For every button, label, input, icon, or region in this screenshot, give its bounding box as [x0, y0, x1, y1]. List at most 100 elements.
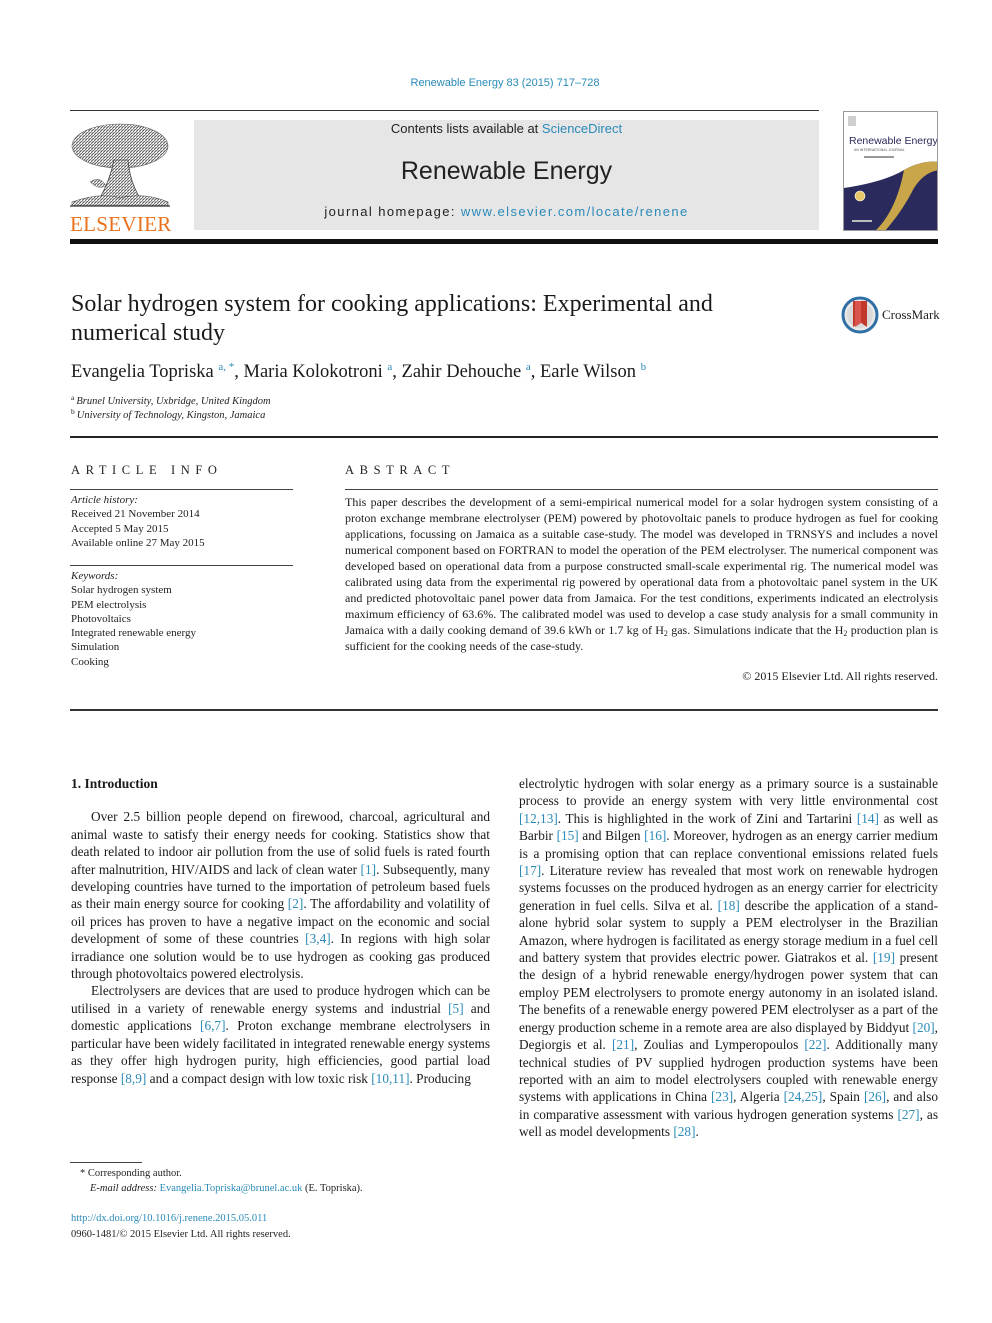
abstract-heading: ABSTRACT: [345, 463, 456, 477]
text-run: electrolytic hydrogen with solar energy …: [519, 776, 938, 809]
journal-cover-image: Renewable Energy AN INTERNATIONAL JOURNA…: [844, 112, 938, 230]
text-run: .: [695, 1124, 699, 1140]
crossmark-button[interactable]: CrossMark: [841, 296, 940, 334]
keyword-item: Simulation: [71, 641, 120, 654]
text-run: , Zoulias and Lymperopoulos: [634, 1037, 805, 1053]
affiliation-text: University of Technology, Kingston, Jama…: [76, 410, 266, 421]
body-column-left: 1. Introduction Over 2.5 billion people …: [71, 775, 490, 1087]
homepage-line: journal homepage: www.elsevier.com/locat…: [194, 204, 819, 220]
article-title: Solar hydrogen system for cooking applic…: [71, 291, 713, 346]
email-note: E-mail address: Evangelia.Topriska@brune…: [80, 1181, 363, 1196]
body-column-right: electrolytic hydrogen with solar energy …: [519, 775, 938, 1141]
keywords: Keywords: Solar hydrogen system PEM elec…: [71, 569, 196, 669]
divider: [70, 709, 938, 711]
text-run: , Spain: [822, 1089, 864, 1105]
divider: [70, 565, 293, 566]
author-affiliation-marker[interactable]: a, *: [218, 361, 234, 373]
citation-link[interactable]: [20]: [913, 1020, 935, 1035]
citation-link[interactable]: [23]: [711, 1089, 733, 1104]
citation-link[interactable]: [18]: [718, 898, 740, 913]
affiliation-key: b: [71, 407, 75, 416]
affiliation-item: b University of Technology, Kingston, Jam…: [71, 407, 271, 423]
citation-link[interactable]: [17]: [519, 863, 541, 878]
citation-link[interactable]: [12,13]: [519, 811, 558, 826]
journal-cover-thumbnail[interactable]: Renewable Energy AN INTERNATIONAL JOURNA…: [843, 111, 938, 231]
abstract-part: gas. Simulations indicate that the H: [667, 623, 844, 637]
author-name[interactable]: Earle Wilson: [540, 362, 636, 382]
author-separator: ,: [392, 362, 402, 382]
elsevier-logo[interactable]: ELSEVIER: [70, 120, 172, 235]
doi-block: http://dx.doi.org/10.1016/j.renene.2015.…: [71, 1211, 291, 1242]
history-heading: Article history:: [71, 494, 138, 506]
divider: [345, 489, 938, 490]
author-separator: ,: [234, 362, 244, 382]
author-name[interactable]: Zahir Dehouche: [402, 362, 522, 382]
paragraph: Electrolysers are devices that are used …: [71, 982, 490, 1086]
citation-link[interactable]: [19]: [873, 950, 895, 965]
citation-link[interactable]: [21]: [612, 1037, 634, 1052]
affiliation-item: a Brunel University, Uxbridge, United Kin…: [71, 393, 271, 409]
doi-link[interactable]: http://dx.doi.org/10.1016/j.renene.2015.…: [71, 1211, 291, 1227]
author-affiliation-marker[interactable]: b: [641, 361, 647, 373]
header-rule: [70, 110, 819, 111]
section-heading-introduction: 1. Introduction: [71, 776, 158, 791]
divider: [70, 436, 938, 438]
divider: [70, 489, 293, 490]
author-name[interactable]: Evangelia Topriska: [71, 362, 214, 382]
header-thick-rule: [70, 239, 938, 244]
citation-link[interactable]: [28]: [673, 1124, 695, 1139]
article-info-heading: ARTICLE INFO: [71, 463, 223, 477]
citation-link[interactable]: [8,9]: [121, 1071, 146, 1086]
journal-masthead: Contents lists available at ScienceDirec…: [194, 120, 819, 230]
journal-homepage-link[interactable]: www.elsevier.com/locate/renene: [461, 204, 689, 219]
citation-link[interactable]: [27]: [897, 1107, 919, 1122]
text-run: . This is highlighted in the work of Zin…: [557, 810, 857, 826]
text-run: . Producing: [409, 1070, 471, 1086]
cover-subtitle: AN INTERNATIONAL JOURNAL: [854, 148, 905, 152]
history-accepted: Accepted 5 May 2015: [71, 522, 169, 535]
citation-link[interactable]: [1]: [361, 862, 377, 877]
author-name[interactable]: Maria Kolokotroni: [244, 362, 383, 382]
author-separator: ,: [530, 362, 540, 382]
citation-link[interactable]: [16]: [644, 828, 666, 843]
crossmark-label: CrossMark: [882, 307, 940, 322]
crossmark-icon: [841, 296, 879, 334]
journal-title[interactable]: Renewable Energy: [194, 157, 819, 185]
citation-link[interactable]: [26]: [864, 1089, 886, 1104]
citation-link[interactable]: [10,11]: [371, 1071, 409, 1086]
email-label: E-mail address:: [90, 1183, 157, 1194]
cover-title: Renewable Energy: [849, 135, 938, 147]
citation-link[interactable]: [24,25]: [784, 1089, 823, 1104]
elsevier-wordmark: ELSEVIER: [70, 212, 172, 236]
citation-link[interactable]: [15]: [557, 828, 579, 843]
footnote-rule: [70, 1162, 142, 1163]
keyword-item: Integrated renewable energy: [71, 627, 197, 640]
elsevier-tree-icon: [70, 123, 170, 207]
citation-link[interactable]: [5]: [448, 1001, 464, 1016]
affiliation-key: a: [71, 393, 75, 402]
footnotes: * Corresponding author. E-mail address: …: [80, 1166, 363, 1196]
paragraph: Over 2.5 billion people depend on firewo…: [71, 808, 490, 982]
text-run: , Algeria: [733, 1089, 784, 1105]
text-run: and Bilgen: [578, 828, 645, 844]
citation-link[interactable]: [6,7]: [200, 1018, 225, 1033]
keyword-item: PEM electrolysis: [71, 598, 147, 611]
citation-link[interactable]: [2]: [288, 896, 304, 911]
abstract-part: This paper describes the development of …: [345, 495, 938, 637]
contents-prefix: Contents lists available at: [390, 121, 542, 136]
contents-line: Contents lists available at ScienceDirec…: [194, 121, 819, 137]
sciencedirect-link[interactable]: ScienceDirect: [542, 121, 622, 136]
citation-link[interactable]: [3,4]: [305, 931, 330, 946]
email-link[interactable]: Evangelia.Topriska@brunel.ac.uk: [160, 1183, 303, 1194]
affiliations: a Brunel University, Uxbridge, United Kin…: [71, 393, 271, 423]
citation-link[interactable]: [22]: [804, 1037, 826, 1052]
text-run: Electrolysers are devices that are used …: [71, 983, 490, 1016]
paragraph-continued: electrolytic hydrogen with solar energy …: [519, 775, 938, 1141]
abstract-text: This paper describes the development of …: [345, 494, 938, 654]
history-online: Available online 27 May 2015: [71, 536, 205, 549]
keyword-item: Cooking: [71, 655, 109, 668]
journal-reference-link[interactable]: Renewable Energy 83 (2015) 717–728: [0, 77, 992, 89]
article-history: Article history: Received 21 November 20…: [71, 493, 205, 550]
citation-link[interactable]: [14]: [857, 811, 879, 826]
text-run: and a compact design with low toxic risk: [146, 1070, 372, 1086]
